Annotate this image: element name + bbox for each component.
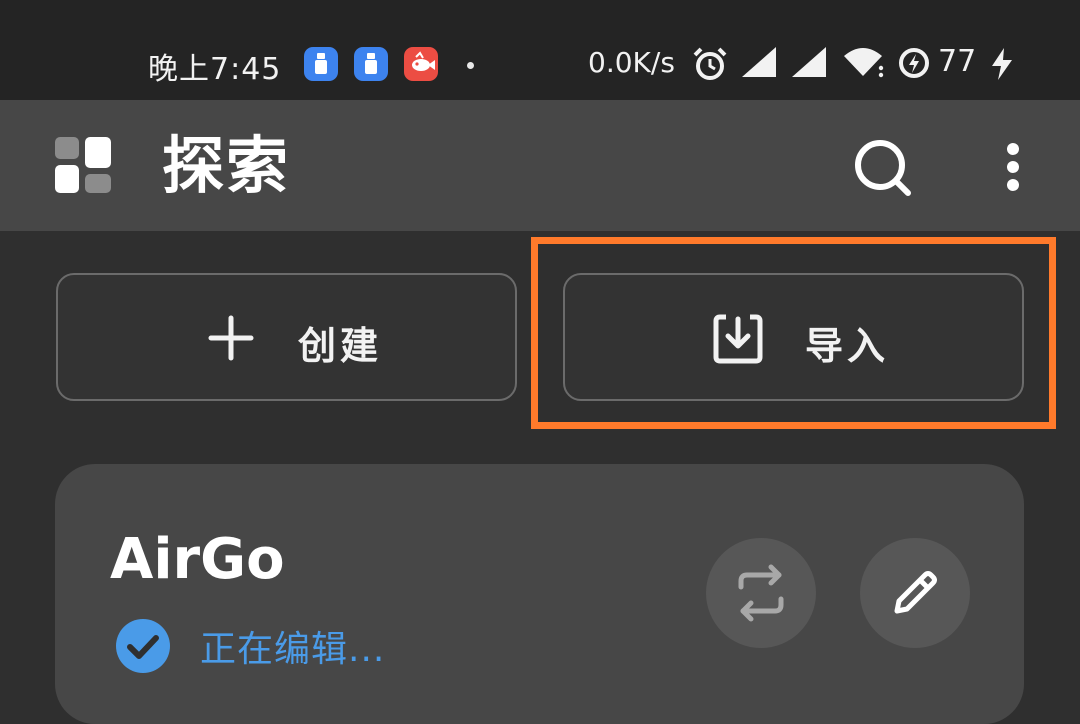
profile-status: 正在编辑... <box>200 629 386 670</box>
swap-icon <box>738 564 784 622</box>
network-speed: 0.0K/s <box>588 46 675 79</box>
more-notifications-dot <box>467 62 474 69</box>
create-button[interactable]: 创建 <box>56 273 517 401</box>
switch-profile-button[interactable] <box>706 538 816 648</box>
more-options-button[interactable] <box>994 137 1034 197</box>
usb-icon <box>354 47 388 81</box>
alarm-icon <box>693 47 727 80</box>
data-saver-icon <box>899 48 929 78</box>
import-button[interactable]: 导入 <box>563 273 1024 401</box>
profile-name: AirGo <box>110 527 285 592</box>
app-bar: 探索 <box>0 100 1080 231</box>
charging-icon <box>992 48 1012 80</box>
search-icon <box>855 140 911 196</box>
status-bar: 晚上7:45 0.0K/s 77 <box>0 0 1080 100</box>
import-label: 导入 <box>805 324 890 368</box>
apps-grid-icon[interactable] <box>55 137 111 193</box>
cell-signal-icon <box>792 47 826 77</box>
check-circle-icon <box>116 619 170 673</box>
fish-app-icon <box>404 47 438 81</box>
pencil-icon <box>894 571 937 614</box>
status-time: 晚上7:45 <box>148 52 282 87</box>
edit-profile-button[interactable] <box>860 538 970 648</box>
usb-icon <box>304 47 338 81</box>
plus-icon <box>208 315 254 361</box>
page-title: 探索 <box>162 129 291 202</box>
search-button[interactable] <box>848 133 918 203</box>
more-vert-icon <box>1007 143 1019 155</box>
battery-level: 77 <box>938 44 977 79</box>
wifi-icon <box>844 48 884 78</box>
create-label: 创建 <box>298 324 383 368</box>
profile-card[interactable]: AirGo 正在编辑... <box>55 464 1024 724</box>
cell-signal-icon <box>742 47 776 77</box>
import-icon <box>713 314 763 364</box>
